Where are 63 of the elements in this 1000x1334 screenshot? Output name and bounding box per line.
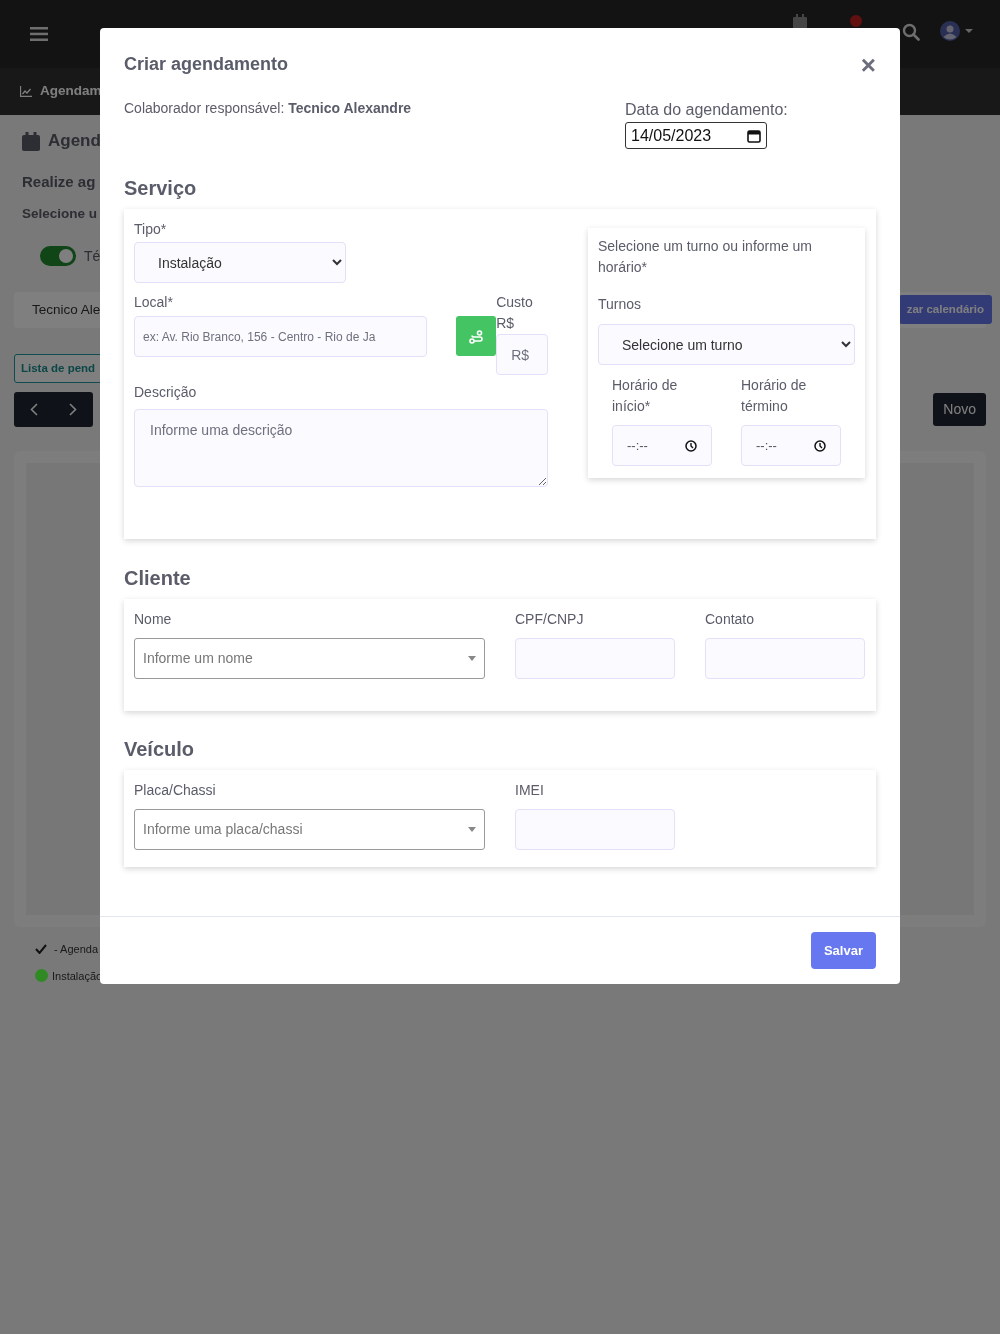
field-label: Custo R$: [496, 293, 534, 333]
location-field[interactable]: ex: Av. Rio Branco, 156 - Centro - Rio de Ja: [134, 316, 428, 357]
field-label: Contato: [705, 610, 756, 629]
responsible-text: Colaborador responsável: Tecnico Alexandre: [124, 99, 412, 118]
field-label: Descrição: [134, 383, 198, 402]
legend-label: - Agenda: [54, 942, 99, 957]
field-label: Local*: [134, 293, 174, 312]
input-field[interactable]: [705, 638, 865, 679]
field-label: Horário de início*: [612, 376, 679, 416]
field-label: IMEI: [515, 781, 545, 800]
next-icon[interactable]: [69, 403, 78, 416]
notification-dot: [850, 15, 862, 27]
description-field[interactable]: Informe uma descrição: [134, 409, 548, 487]
input-field[interactable]: [515, 809, 675, 850]
new-button[interactable]: Novo: [933, 393, 986, 426]
field-label: Horário de término: [741, 376, 808, 416]
pending-list-button[interactable]: Lista de pend: [14, 353, 103, 383]
type-select[interactable]: Instalação: [134, 242, 346, 283]
field-label: CPF/CNPJ: [515, 610, 585, 629]
clock-icon: [685, 439, 697, 452]
save-button[interactable]: Salvar: [810, 931, 876, 969]
page-subtitle: Realize ag: [22, 172, 96, 192]
schedule-hint: Selecione um turno ou informe um horário*: [598, 237, 813, 277]
caret-icon: [468, 656, 476, 661]
date-label: Data do agendamento:: [625, 100, 789, 120]
toggle-switch[interactable]: [40, 246, 76, 267]
section-heading: Cliente: [124, 566, 192, 590]
caret-icon: [468, 827, 476, 832]
combo-field[interactable]: Informe um nome: [134, 638, 485, 679]
field-label: Placa/Chassi: [134, 781, 217, 800]
time-field[interactable]: --:--: [612, 425, 712, 466]
field-label: Tipo*: [134, 220, 168, 239]
close-button[interactable]: ×: [860, 52, 876, 78]
date-field[interactable]: 14/05/2023: [625, 122, 767, 149]
shift-select[interactable]: Selecione um turno: [598, 324, 855, 365]
avatar-icon[interactable]: [940, 21, 974, 43]
technician-select[interactable]: Tecnico Ale: [32, 299, 101, 320]
input-field[interactable]: [515, 638, 675, 679]
field-label: Nome: [134, 610, 173, 629]
nav-link[interactable]: Agendam: [20, 81, 102, 102]
clock-icon: [814, 439, 826, 452]
route-button[interactable]: [456, 316, 497, 356]
section-heading: Veículo: [124, 737, 196, 761]
dialog-title: Criar agendamento: [124, 54, 289, 76]
legend-label: Instalação: [52, 968, 103, 984]
menu-icon[interactable]: [30, 27, 48, 41]
instruction-text: Selecione u: [22, 204, 98, 223]
time-field[interactable]: --:--: [741, 425, 841, 466]
previous-icon[interactable]: [29, 403, 38, 416]
chart-icon: [20, 86, 32, 97]
toggle-label: Té: [84, 246, 101, 266]
page-title: Agend: [48, 130, 101, 153]
cost-field[interactable]: R$: [496, 334, 548, 375]
calendar-icon: [22, 131, 40, 151]
calendar-button[interactable]: zar calendário: [898, 295, 992, 325]
field-label: Turnos: [598, 295, 643, 314]
combo-field[interactable]: Informe uma placa/chassi: [134, 809, 485, 850]
route-icon: [469, 329, 484, 344]
section-heading: Serviço: [124, 176, 198, 200]
calendar-icon[interactable]: [792, 14, 808, 30]
search-icon[interactable]: [902, 23, 920, 41]
calendar-icon[interactable]: [747, 128, 761, 143]
check-icon: [35, 944, 47, 955]
